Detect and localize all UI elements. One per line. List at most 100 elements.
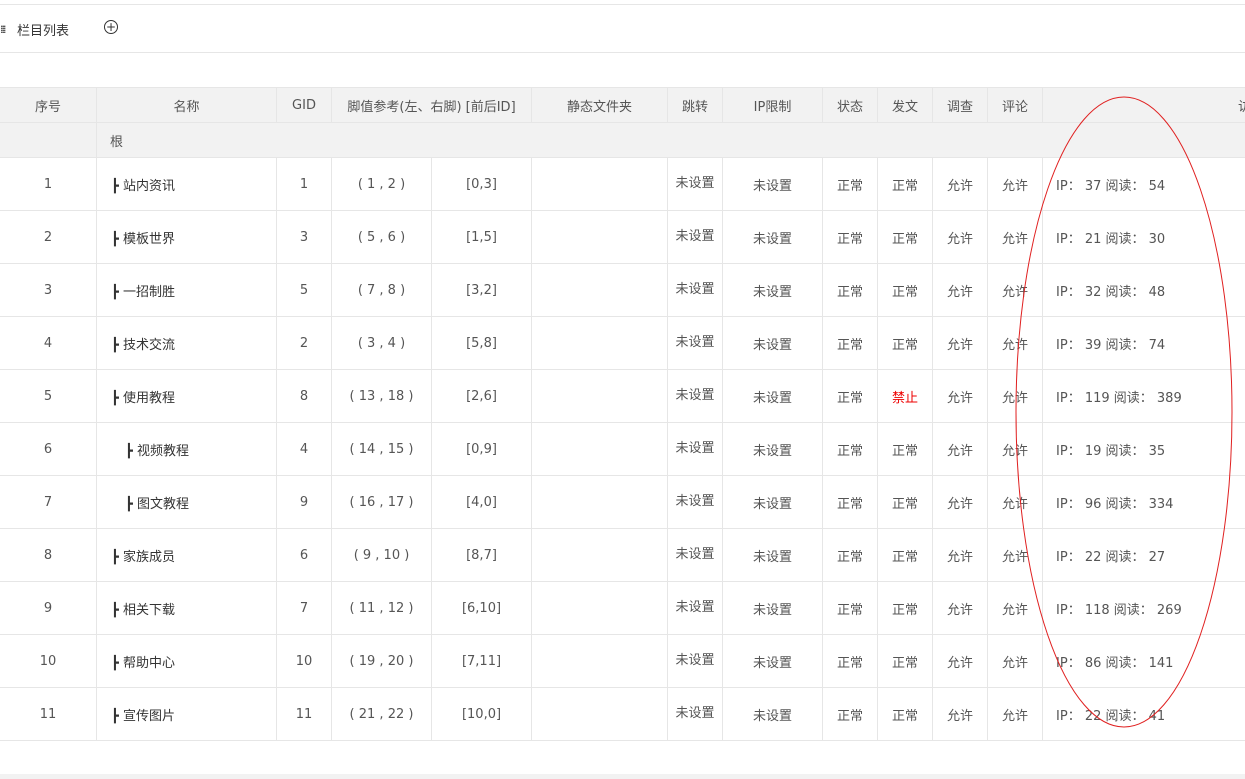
row-ref-lr: ( 19 , 20 ) [331, 634, 432, 688]
row-static-folder [531, 581, 669, 635]
row-name: ┣ 一招制胜 [96, 263, 277, 317]
table-header-row: 序号 名称 GID 脚值参考(左、右脚) [前后ID] 静态文件夹 跳转 IP限… [0, 87, 1245, 123]
row-status: 正常 [822, 316, 879, 370]
row-survey: 允许 [932, 634, 989, 688]
row-survey: 允许 [932, 422, 989, 476]
row-jump: 未设置 [667, 581, 724, 635]
page-title: 栏目列表 [17, 24, 70, 39]
row-gid: 3 [276, 210, 332, 264]
row-ip-limit: 未设置 [722, 210, 824, 264]
row-index: 9 [0, 581, 97, 635]
row-jump: 未设置 [667, 634, 724, 688]
row-comment: 允许 [987, 263, 1044, 317]
row-access: IP： 86 阅读： 141 [1042, 634, 1245, 688]
row-name: ┣ 技术交流 [96, 316, 277, 370]
row-ip-limit: 未设置 [722, 316, 824, 370]
row-comment: 允许 [987, 528, 1044, 582]
row-gid: 6 [276, 528, 332, 582]
row-ip-limit: 未设置 [722, 687, 824, 741]
table-row: 6 ┣ 视频教程 4( 14 , 15 ) [0,9] 未设置 未设置 正常 正常 允许 允许 IP… [0, 422, 1245, 476]
header-gid: GID [276, 87, 332, 123]
table-row: 8 ┣ 家族成员 6( 9 , 10 ) [8,7] 未设置 未设置 正常 正常 允许 允许 IP：… [0, 528, 1245, 582]
header-static-folder: 静态文件夹 [531, 87, 669, 123]
row-ref-id: [0,9] [430, 422, 533, 476]
row-survey: 允许 [932, 369, 989, 423]
row-ref-lr: ( 1 , 2 ) [331, 157, 432, 211]
row-static-folder [531, 475, 669, 529]
row-jump: 未设置 [667, 263, 724, 317]
header-publish: 发文 [877, 87, 934, 123]
row-access: IP： 39 阅读： 74 [1042, 316, 1245, 370]
row-ref-lr: ( 11 , 12 ) [331, 581, 432, 635]
row-ip-limit: 未设置 [722, 369, 824, 423]
row-comment: 允许 [987, 581, 1044, 635]
row-ip-limit: 未设置 [722, 634, 824, 688]
row-access: IP： 96 阅读： 334 [1042, 475, 1245, 529]
row-status: 正常 [822, 210, 879, 264]
row-publish: 正常 [877, 475, 934, 529]
row-publish: 正常 [877, 263, 934, 317]
table-row: 10 ┣ 帮助中心 10( 19 , 20 ) [7,11] 未设置 未设置 正常 正常 允许允… [0, 634, 1245, 688]
row-comment: 允许 [987, 369, 1044, 423]
row-ref-id: [3,2] [430, 263, 533, 317]
row-jump: 未设置 [667, 422, 724, 476]
table-row: 2 ┣ 模板世界 3( 5 , 6 ) [1,5] 未设置 未设置 正常 正常 允许 允许 IP： … [0, 210, 1245, 264]
row-ref-lr: ( 7 , 8 ) [331, 263, 432, 317]
row-survey: 允许 [932, 210, 989, 264]
header-name: 名称 [96, 87, 277, 123]
row-ip-limit: 未设置 [722, 157, 824, 211]
row-index: 7 [0, 475, 97, 529]
row-comment: 允许 [987, 634, 1044, 688]
table-row: 5 ┣ 使用教程 8( 13 , 18 ) [2,6] 未设置 未设置 正常 禁止 允许 允许 IP… [0, 369, 1245, 423]
row-ref-id: [5,8] [430, 316, 533, 370]
bottom-divider [0, 774, 1245, 779]
row-survey: 允许 [932, 687, 989, 741]
row-comment: 允许 [987, 422, 1044, 476]
row-jump: 未设置 [667, 316, 724, 370]
row-status: 正常 [822, 634, 879, 688]
row-gid: 8 [276, 369, 332, 423]
root-label: 根 [95, 122, 1245, 158]
row-index: 1 [0, 157, 97, 211]
row-publish: 正常 [877, 581, 934, 635]
row-ip-limit: 未设置 [722, 422, 824, 476]
row-static-folder [531, 369, 669, 423]
row-ref-lr: ( 16 , 17 ) [331, 475, 432, 529]
row-status: 正常 [822, 687, 879, 741]
row-ip-limit: 未设置 [722, 581, 824, 635]
row-index: 3 [0, 263, 97, 317]
row-jump: 未设置 [667, 687, 724, 741]
row-comment: 允许 [987, 475, 1044, 529]
row-publish: 正常 [877, 422, 934, 476]
row-publish: 正常 [877, 157, 934, 211]
row-comment: 允许 [987, 687, 1044, 741]
row-status: 正常 [822, 528, 879, 582]
header-comment: 评论 [987, 87, 1044, 123]
row-status: 正常 [822, 422, 879, 476]
row-access: IP： 118 阅读： 269 [1042, 581, 1245, 635]
row-name: ┣ 相关下载 [96, 581, 277, 635]
row-status: 正常 [822, 369, 879, 423]
row-comment: 允许 [987, 316, 1044, 370]
row-jump: 未设置 [667, 475, 724, 529]
row-gid: 11 [276, 687, 332, 741]
row-status: 正常 [822, 263, 879, 317]
header-ref: 脚值参考(左、右脚) [前后ID] [330, 87, 533, 123]
row-publish: 正常 [877, 687, 934, 741]
header-index: 序号 [0, 87, 97, 123]
row-publish: 正常 [877, 210, 934, 264]
add-column-button[interactable]: + [104, 20, 118, 34]
header-access: 访问 [1042, 87, 1245, 123]
table-row: 1 ┣ 站内资讯 1( 1 , 2 ) [0,3] 未设置 未设置 正常 正常 允许 允许 IP： … [0, 157, 1245, 211]
row-static-folder [531, 157, 669, 211]
row-name: ┣ 站内资讯 [96, 157, 277, 211]
column-table: 序号 名称 GID 脚值参考(左、右脚) [前后ID] 静态文件夹 跳转 IP限… [0, 87, 1245, 741]
row-ref-lr: ( 13 , 18 ) [331, 369, 432, 423]
toolbar: ⁞⁞⁞ 栏目列表 + [0, 5, 1245, 53]
row-index: 6 [0, 422, 97, 476]
row-ref-id: [1,5] [430, 210, 533, 264]
header-ip-limit: IP限制 [722, 87, 824, 123]
row-gid: 4 [276, 422, 332, 476]
row-name: ┣ 模板世界 [96, 210, 277, 264]
row-gid: 7 [276, 581, 332, 635]
